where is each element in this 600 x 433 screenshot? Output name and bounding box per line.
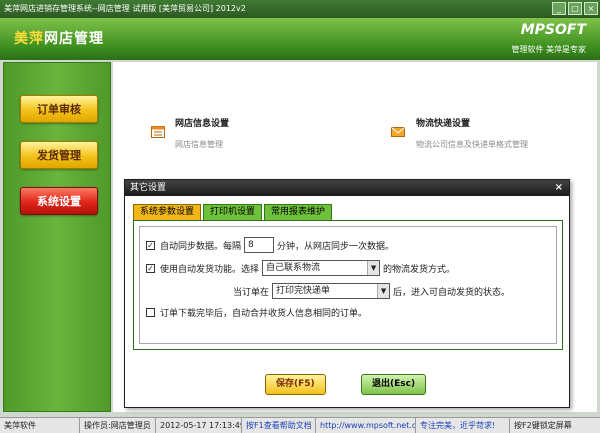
app-title: 美萍网店管理 <box>14 28 104 48</box>
save-button[interactable]: 保存(F5) <box>265 374 326 395</box>
status-motto: 专注完美，近乎苛求! <box>416 418 510 433</box>
status-website-link[interactable]: http://www.mpsoft.net.cn <box>316 418 416 433</box>
status-company: 美萍软件 <box>0 418 80 433</box>
sidebar-item-order-review[interactable]: 订单审核 <box>20 95 98 123</box>
sidebar: 订单审核 发货管理 系统设置 <box>3 62 111 412</box>
chevron-down-icon: ▼ <box>367 261 380 275</box>
brand-logo: MPSOFT <box>520 22 586 38</box>
settings-panel: ✓ 自动同步数据。每隔 8 分钟，从网店同步一次数据。 ✓ 使用自动发货功能。选… <box>133 220 563 350</box>
sidebar-item-system-settings[interactable]: 系统设置 <box>20 187 98 215</box>
ship-method-select[interactable]: 自己联系物流 ▼ <box>262 260 381 276</box>
card-title: 网店信息设置 <box>175 119 230 129</box>
maximize-button[interactable]: □ <box>568 2 582 15</box>
minimize-button[interactable]: _ <box>552 2 566 15</box>
merge-orders-label: 订单下载完毕后，自动合并收货人信息相同的订单。 <box>160 309 368 319</box>
window-titlebar: 美萍网店进销存管理系统--网店管理 试用版 [美萍贸易公司] 2012v2 _ … <box>0 0 600 18</box>
form-icon <box>151 126 165 138</box>
ship-method-value: 自己联系物流 <box>266 263 321 273</box>
auto-ship-row: ✓ 使用自动发货功能。选择 自己联系物流 ▼ 的物流发货方式。 <box>146 260 455 276</box>
auto-sync-row: ✓ 自动同步数据。每隔 8 分钟，从网店同步一次数据。 <box>146 237 394 253</box>
envelope-icon <box>391 127 405 137</box>
card-subtitle: 物流公司信息及快递单格式管理 <box>416 140 528 149</box>
sidebar-item-shipping[interactable]: 发货管理 <box>20 141 98 169</box>
auto-ship-suffix: 的物流发货方式。 <box>383 264 456 275</box>
tab-system-params[interactable]: 系统参数设置 <box>133 204 202 220</box>
order-state-select[interactable]: 打印完快递单 ▼ <box>272 283 391 299</box>
app-title-rest: 网店管理 <box>44 31 104 47</box>
auto-sync-suffix: 分钟，从网店同步一次数据。 <box>277 241 395 252</box>
window-title: 美萍网店进销存管理系统--网店管理 试用版 [美萍贸易公司] 2012v2 <box>4 4 246 13</box>
exit-button[interactable]: 退出(Esc) <box>361 374 427 395</box>
close-icon[interactable]: × <box>555 180 563 196</box>
order-state-suffix: 后，进入可自动发货的状态。 <box>393 287 511 298</box>
status-operator: 操作员:网店管理员 <box>80 418 156 433</box>
merge-row: 订单下载完毕后，自动合并收货人信息相同的订单。 <box>146 306 367 319</box>
brand-slogan: 管理软件 美萍是专家 <box>511 45 586 54</box>
auto-sync-checkbox[interactable]: ✓ <box>146 240 155 250</box>
card-subtitle: 网店信息管理 <box>175 140 223 149</box>
status-bar: 美萍软件 操作员:网店管理员 2012-05-17 17:13:49 按F1查看… <box>0 417 600 433</box>
close-window-button[interactable]: × <box>584 2 598 15</box>
other-settings-dialog: 其它设置 × 系统参数设置 打印机设置 常用报表维护 ✓ 自动同步数据。每隔 8… <box>124 179 570 408</box>
sync-interval-input[interactable]: 8 <box>244 237 275 253</box>
chevron-down-icon: ▼ <box>377 284 390 298</box>
window-controls: _ □ × <box>552 2 598 15</box>
auto-ship-checkbox[interactable]: ✓ <box>146 263 155 273</box>
status-datetime: 2012-05-17 17:13:49 <box>156 418 242 433</box>
status-help[interactable]: 按F1查看帮助文档 <box>242 418 316 433</box>
app-header: 美萍网店管理 MPSOFT 管理软件 美萍是专家 <box>0 18 600 60</box>
settings-group: ✓ 自动同步数据。每隔 8 分钟，从网店同步一次数据。 ✓ 使用自动发货功能。选… <box>139 226 557 344</box>
tab-reports[interactable]: 常用报表维护 <box>264 204 333 220</box>
auto-sync-label: 自动同步数据。每隔 <box>160 241 242 252</box>
status-lock-hint: 按F2键锁定屏幕 <box>514 421 572 430</box>
app-title-highlight: 美萍 <box>14 31 44 47</box>
card-title: 物流快递设置 <box>416 119 471 129</box>
order-state-row: 当订单在 打印完快递单 ▼ 后，进入可自动发货的状态。 <box>233 283 510 299</box>
order-state-value: 打印完快递单 <box>276 286 331 296</box>
dialog-titlebar: 其它设置 × <box>125 180 569 196</box>
dialog-tabs: 系统参数设置 打印机设置 常用报表维护 <box>133 204 333 220</box>
tab-printer[interactable]: 打印机设置 <box>203 204 263 220</box>
auto-ship-label: 使用自动发货功能。选择 <box>160 264 260 275</box>
order-state-label: 当订单在 <box>233 287 270 298</box>
merge-orders-checkbox[interactable] <box>146 308 155 317</box>
dialog-title: 其它设置 <box>130 183 167 193</box>
